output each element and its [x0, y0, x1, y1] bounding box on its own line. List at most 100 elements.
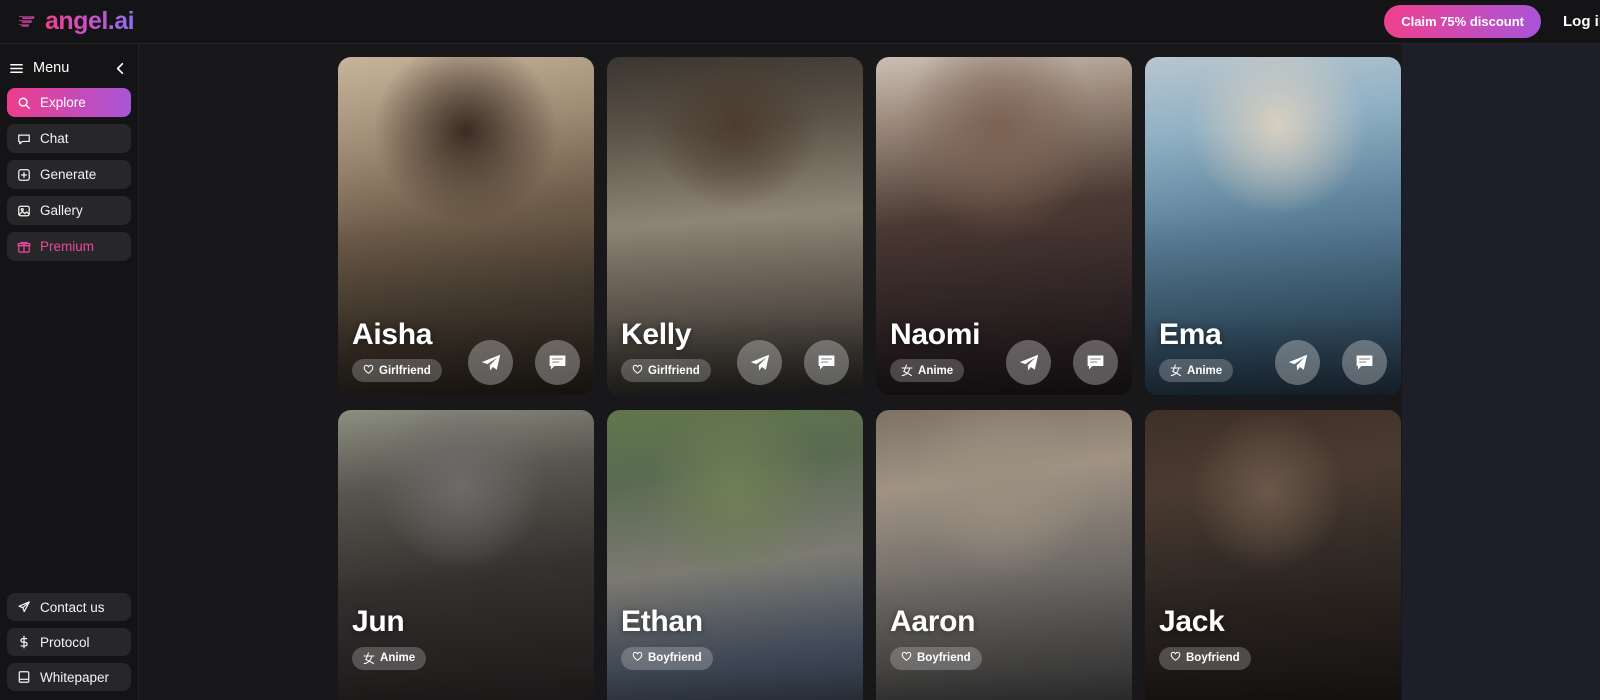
grid-backdrop — [1402, 44, 1600, 700]
message-icon — [16, 131, 31, 146]
character-tag: 女 Anime — [890, 359, 965, 382]
telegram-send-icon — [1288, 354, 1307, 371]
tag-label: Anime — [380, 652, 416, 664]
sidebar-item-label: Protocol — [40, 634, 90, 650]
chat-button[interactable] — [535, 340, 580, 385]
character-card[interactable]: Naomi 女 Anime — [876, 57, 1132, 395]
telegram-send-icon — [750, 354, 769, 371]
sidebar-item-whitepaper[interactable]: Whitepaper — [7, 663, 131, 691]
chat-bubble-icon — [549, 355, 566, 370]
heart-icon — [1170, 651, 1181, 665]
telegram-send-icon — [481, 354, 500, 371]
kanji-female-icon: 女 — [1170, 364, 1183, 378]
card-info: Ethan Boyfriend — [621, 606, 849, 670]
app-root: angel.ai Claim 75% discount Log in Menu — [0, 0, 1600, 700]
sidebar-item-premium[interactable]: Premium — [7, 232, 131, 261]
telegram-send-button[interactable] — [1006, 340, 1051, 385]
kanji-female-icon: 女 — [901, 364, 914, 378]
chat-bubble-icon — [1087, 355, 1104, 370]
heart-icon — [632, 364, 643, 378]
tag-label: Boyfriend — [917, 652, 971, 664]
sidebar-item-label: Contact us — [40, 599, 105, 615]
tag-label: Anime — [918, 364, 954, 377]
character-tag: Boyfriend — [1159, 646, 1251, 670]
character-card[interactable]: Aaron Boyfriend — [876, 410, 1132, 700]
sidebar-item-contact-us[interactable]: Contact us — [7, 593, 131, 621]
main-content: Aisha Girlfriend Kelly Girlfriend Naomi … — [139, 44, 1600, 700]
heart-icon — [363, 364, 374, 378]
brand-name: angel.ai — [45, 7, 135, 35]
image-icon — [16, 203, 31, 218]
search-icon — [16, 95, 31, 110]
tag-label: Boyfriend — [1186, 652, 1240, 664]
sidebar-item-label: Premium — [40, 239, 95, 254]
heart-icon — [632, 651, 643, 665]
sidebar-item-label: Whitepaper — [40, 669, 110, 685]
dollar-icon — [16, 635, 31, 650]
chat-button[interactable] — [1073, 340, 1118, 385]
chevron-left-icon[interactable] — [113, 61, 128, 76]
character-name: Jack — [1159, 605, 1225, 638]
character-tag: 女 Anime — [1159, 359, 1234, 382]
sidebar: Menu Explore Chat Generate Gallery Premi… — [0, 44, 139, 700]
sidebar-item-protocol[interactable]: Protocol — [7, 628, 131, 656]
character-tag: Girlfriend — [621, 359, 711, 382]
kanji-female-icon: 女 — [363, 651, 376, 666]
character-card[interactable]: Ema 女 Anime — [1145, 57, 1401, 395]
card-action-buttons — [1275, 340, 1387, 385]
heart-icon — [901, 651, 912, 665]
sidebar-item-label: Chat — [40, 131, 69, 146]
character-card[interactable]: Kelly Girlfriend — [607, 57, 863, 395]
send-icon — [16, 600, 31, 615]
card-info: Jack Boyfriend — [1159, 606, 1387, 670]
sidebar-item-generate[interactable]: Generate — [7, 160, 131, 189]
book-icon — [16, 670, 31, 685]
claim-discount-button[interactable]: Claim 75% discount — [1384, 5, 1541, 38]
sidebar-item-chat[interactable]: Chat — [7, 124, 131, 153]
card-action-buttons — [468, 340, 580, 385]
login-button[interactable]: Log in — [1563, 13, 1600, 30]
telegram-send-button[interactable] — [468, 340, 513, 385]
sidebar-bottom-nav: Contact us Protocol Whitepaper — [0, 591, 138, 700]
telegram-send-icon — [1019, 354, 1038, 371]
character-name: Aaron — [890, 605, 976, 638]
character-name: Jun — [352, 605, 405, 638]
card-info: Jun 女 Anime — [352, 606, 580, 670]
card-action-buttons — [1006, 340, 1118, 385]
character-card[interactable]: Jack Boyfriend — [1145, 410, 1401, 700]
telegram-send-button[interactable] — [1275, 340, 1320, 385]
character-tag: Girlfriend — [352, 359, 442, 382]
character-grid: Aisha Girlfriend Kelly Girlfriend Naomi … — [338, 57, 1401, 700]
top-bar: angel.ai Claim 75% discount Log in — [0, 0, 1600, 44]
sidebar-item-explore[interactable]: Explore — [7, 88, 131, 117]
tag-label: Boyfriend — [648, 652, 702, 664]
card-action-buttons — [737, 340, 849, 385]
sidebar-nav: Explore Chat Generate Gallery Premium — [0, 86, 138, 261]
chat-button[interactable] — [1342, 340, 1387, 385]
angel-wing-icon — [18, 15, 35, 27]
character-tag: Boyfriend — [621, 646, 713, 670]
gift-icon — [16, 239, 31, 254]
card-info: Aaron Boyfriend — [890, 606, 1118, 670]
menu-label: Menu — [33, 60, 70, 76]
character-card[interactable]: Jun 女 Anime — [338, 410, 594, 700]
sidebar-item-label: Gallery — [40, 203, 83, 218]
character-card[interactable]: Aisha Girlfriend — [338, 57, 594, 395]
sidebar-item-label: Generate — [40, 167, 97, 182]
plus-square-icon — [16, 167, 31, 182]
chat-button[interactable] — [804, 340, 849, 385]
hamburger-icon[interactable] — [9, 61, 24, 76]
chat-bubble-icon — [818, 355, 835, 370]
telegram-send-button[interactable] — [737, 340, 782, 385]
tag-label: Girlfriend — [379, 364, 431, 377]
sidebar-item-gallery[interactable]: Gallery — [7, 196, 131, 225]
character-tag: Boyfriend — [890, 646, 982, 670]
top-bar-actions: Claim 75% discount Log in — [1384, 5, 1600, 38]
tag-label: Girlfriend — [648, 364, 700, 377]
character-card[interactable]: Ethan Boyfriend — [607, 410, 863, 700]
chat-bubble-icon — [1356, 355, 1373, 370]
sidebar-header: Menu — [0, 44, 138, 86]
character-tag: 女 Anime — [352, 646, 427, 670]
brand-logo[interactable]: angel.ai — [16, 7, 135, 35]
character-name: Ethan — [621, 605, 703, 638]
